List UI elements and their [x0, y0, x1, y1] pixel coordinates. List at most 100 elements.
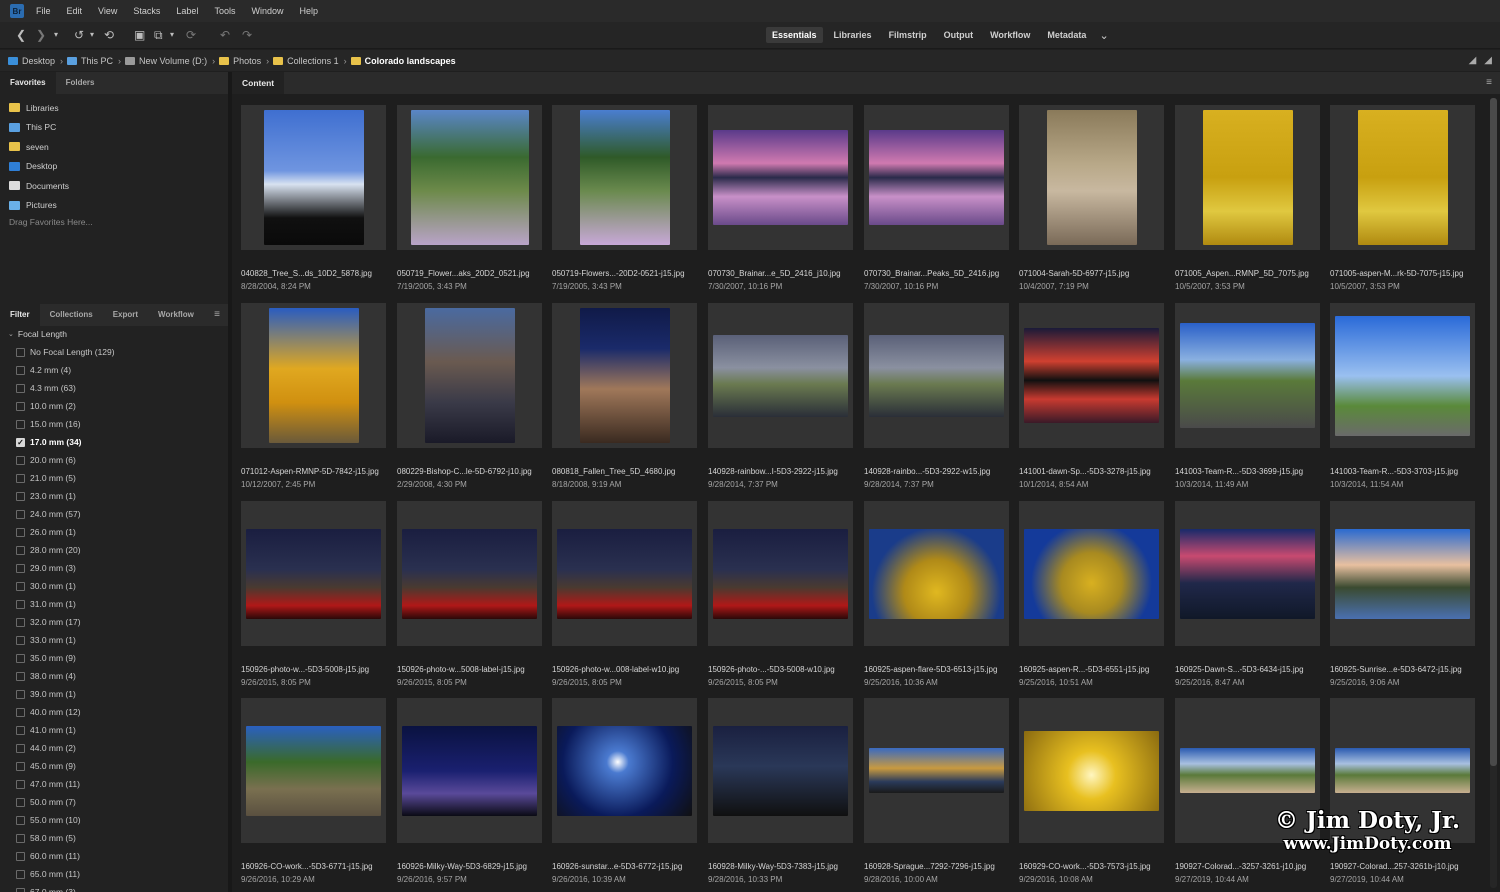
thumbnail-item[interactable]: 160925-Dawn-S...-5D3-6434-j15.jpg 9/25/20…: [1175, 501, 1322, 687]
filter-item[interactable]: 26.0 mm (1): [0, 523, 228, 541]
tab-favorites[interactable]: Favorites: [0, 72, 56, 94]
chevron-down-icon[interactable]: ▾: [90, 28, 94, 42]
photo-thumbnail[interactable]: [1180, 528, 1315, 619]
thumbnail-frame[interactable]: [241, 501, 386, 646]
thumbnail-frame[interactable]: [241, 303, 386, 448]
filter-item[interactable]: 4.2 mm (4): [0, 361, 228, 379]
filter-item[interactable]: 67.0 mm (3): [0, 883, 228, 892]
thumbnail-frame[interactable]: [1175, 501, 1320, 646]
thumbnail-frame[interactable]: [708, 698, 853, 843]
thumbnail-item[interactable]: 040828_Tree_S...ds_10D2_5878.jpg 8/28/200…: [241, 105, 388, 291]
refine-icon[interactable]: ⧉: [154, 28, 163, 42]
thumbnail-item[interactable]: 141001-dawn-Sp...-5D3-3278-j15.jpg 10/1/2…: [1019, 303, 1166, 489]
thumbnail-item[interactable]: 160926-sunstar...e-5D3-6772-j15.jpg 9/26/…: [552, 698, 699, 884]
filter-item[interactable]: 47.0 mm (11): [0, 775, 228, 793]
redo-icon[interactable]: ↷: [242, 28, 252, 42]
thumbnail-item[interactable]: 141003-Team-R...-5D3-3703-j15.jpg 10/3/20…: [1330, 303, 1477, 489]
checkbox[interactable]: [16, 653, 25, 663]
hamburger-menu-icon[interactable]: ≡: [1486, 77, 1492, 88]
thumbnail-frame[interactable]: [708, 501, 853, 646]
checkbox[interactable]: [16, 725, 25, 735]
thumbnail-frame[interactable]: [864, 105, 1009, 250]
filter-item[interactable]: 24.0 mm (57): [0, 505, 228, 523]
thumbnail-item[interactable]: 160925-aspen-flare-5D3-6513-j15.jpg 9/25/…: [864, 501, 1011, 687]
tab-filter[interactable]: Filter: [0, 304, 40, 326]
workspace-essentials[interactable]: Essentials: [766, 27, 823, 43]
back-icon[interactable]: ❮: [16, 28, 26, 42]
checkbox[interactable]: [16, 671, 25, 681]
checkbox[interactable]: [16, 833, 25, 843]
filter-item[interactable]: 35.0 mm (9): [0, 649, 228, 667]
thumbnail-item[interactable]: 150926-photo-w...-5D3-5008-j15.jpg 9/26/2…: [241, 501, 388, 687]
filter-item[interactable]: 65.0 mm (11): [0, 865, 228, 883]
filter-item[interactable]: 39.0 mm (1): [0, 685, 228, 703]
photo-thumbnail[interactable]: [1046, 110, 1137, 245]
photo-thumbnail[interactable]: [579, 308, 670, 443]
filter-item[interactable]: 58.0 mm (5): [0, 829, 228, 847]
checkbox[interactable]: [16, 455, 25, 465]
photo-thumbnail[interactable]: [869, 334, 1004, 417]
thumbnail-frame[interactable]: [1019, 501, 1164, 646]
breadcrumb-item[interactable]: Collections 1 ›: [273, 56, 347, 66]
thumbnail-frame[interactable]: [552, 303, 697, 448]
thumbnail-item[interactable]: 150926-photo-w...008-label-w10.jpg 9/26/2…: [552, 501, 699, 687]
checkbox[interactable]: [16, 419, 25, 429]
filter-item[interactable]: 28.0 mm (20): [0, 541, 228, 559]
favorite-item[interactable]: Desktop: [0, 157, 228, 177]
thumbnail-item[interactable]: 070730_Brainar...Peaks_5D_2416.jpg 7/30/2…: [864, 105, 1011, 291]
thumbnail-frame[interactable]: [397, 105, 542, 250]
workspace-output[interactable]: Output: [938, 27, 980, 43]
menu-help[interactable]: Help: [299, 6, 318, 16]
favorite-item[interactable]: Documents: [0, 176, 228, 196]
hamburger-menu-icon[interactable]: ≡: [214, 309, 220, 320]
tab-export[interactable]: Export: [103, 304, 148, 326]
checkbox[interactable]: [16, 779, 25, 789]
photo-thumbnail[interactable]: [1024, 528, 1159, 619]
photo-thumbnail[interactable]: [268, 308, 359, 443]
boomerang-icon[interactable]: ⟲: [104, 28, 114, 42]
filter-category-focal-length[interactable]: ⌄ Focal Length: [0, 326, 228, 341]
photo-thumbnail[interactable]: [1357, 110, 1448, 245]
photo-thumbnail[interactable]: [1180, 323, 1315, 428]
thumbnail-item[interactable]: 160928-Sprague...7292-7296-j15.jpg 9/28/2…: [864, 698, 1011, 884]
thumbnail-item[interactable]: 050719_Flower...aks_20D2_0521.jpg 7/19/20…: [397, 105, 544, 291]
checkbox[interactable]: [16, 365, 25, 375]
menu-window[interactable]: Window: [251, 6, 283, 16]
thumbnail-item[interactable]: 080229-Bishop-C...le-5D-6792-j10.jpg 2/29…: [397, 303, 544, 489]
rotate-icon[interactable]: ⟳: [186, 28, 196, 42]
menu-tools[interactable]: Tools: [214, 6, 235, 16]
filter-item[interactable]: 23.0 mm (1): [0, 487, 228, 505]
photo-thumbnail[interactable]: [557, 725, 692, 816]
photo-thumbnail[interactable]: [869, 130, 1004, 225]
filter-item[interactable]: 15.0 mm (16): [0, 415, 228, 433]
favorite-item[interactable]: This PC: [0, 118, 228, 138]
breadcrumb-item[interactable]: Colorado landscapes: [350, 56, 456, 66]
thumbnail-frame[interactable]: [864, 303, 1009, 448]
thumbnail-item[interactable]: 071005_Aspen...RMNP_5D_7075.jpg 10/5/2007…: [1175, 105, 1322, 291]
signal-icon[interactable]: ◢: [1484, 55, 1492, 66]
favorite-item[interactable]: seven: [0, 137, 228, 157]
photo-thumbnail[interactable]: [246, 528, 381, 619]
breadcrumb-item[interactable]: Photos ›: [219, 56, 269, 66]
photo-thumbnail[interactable]: [579, 110, 670, 245]
filter-item[interactable]: 60.0 mm (11): [0, 847, 228, 865]
thumbnail-item[interactable]: 160928-Milky-Way-5D3-7383-j15.jpg 9/28/20…: [708, 698, 855, 884]
photo-thumbnail[interactable]: [1180, 748, 1315, 793]
tab-folders[interactable]: Folders: [56, 72, 105, 94]
menu-view[interactable]: View: [98, 6, 117, 16]
thumbnail-frame[interactable]: [552, 698, 697, 843]
filter-item[interactable]: 29.0 mm (3): [0, 559, 228, 577]
recent-icon[interactable]: ↺: [74, 28, 84, 42]
thumbnail-frame[interactable]: [1175, 303, 1320, 448]
chevron-right-icon[interactable]: ›: [118, 56, 121, 66]
checkbox[interactable]: [16, 851, 25, 861]
thumbnail-frame[interactable]: [241, 698, 386, 843]
workspace-metadata[interactable]: Metadata: [1041, 27, 1092, 43]
thumbnail-frame[interactable]: [1175, 105, 1320, 250]
thumbnail-item[interactable]: 190927-Colorad...257-3261b-j10.jpg 9/27/2…: [1330, 698, 1477, 884]
filter-item[interactable]: 21.0 mm (5): [0, 469, 228, 487]
filter-item[interactable]: 50.0 mm (7): [0, 793, 228, 811]
thumbnail-item[interactable]: 190927-Colorad...-3257-3261-j10.jpg 9/27/…: [1175, 698, 1322, 884]
thumbnail-frame[interactable]: [397, 303, 542, 448]
thumbnail-item[interactable]: 071005-aspen-M...rk-5D-7075-j15.jpg 10/5/…: [1330, 105, 1477, 291]
